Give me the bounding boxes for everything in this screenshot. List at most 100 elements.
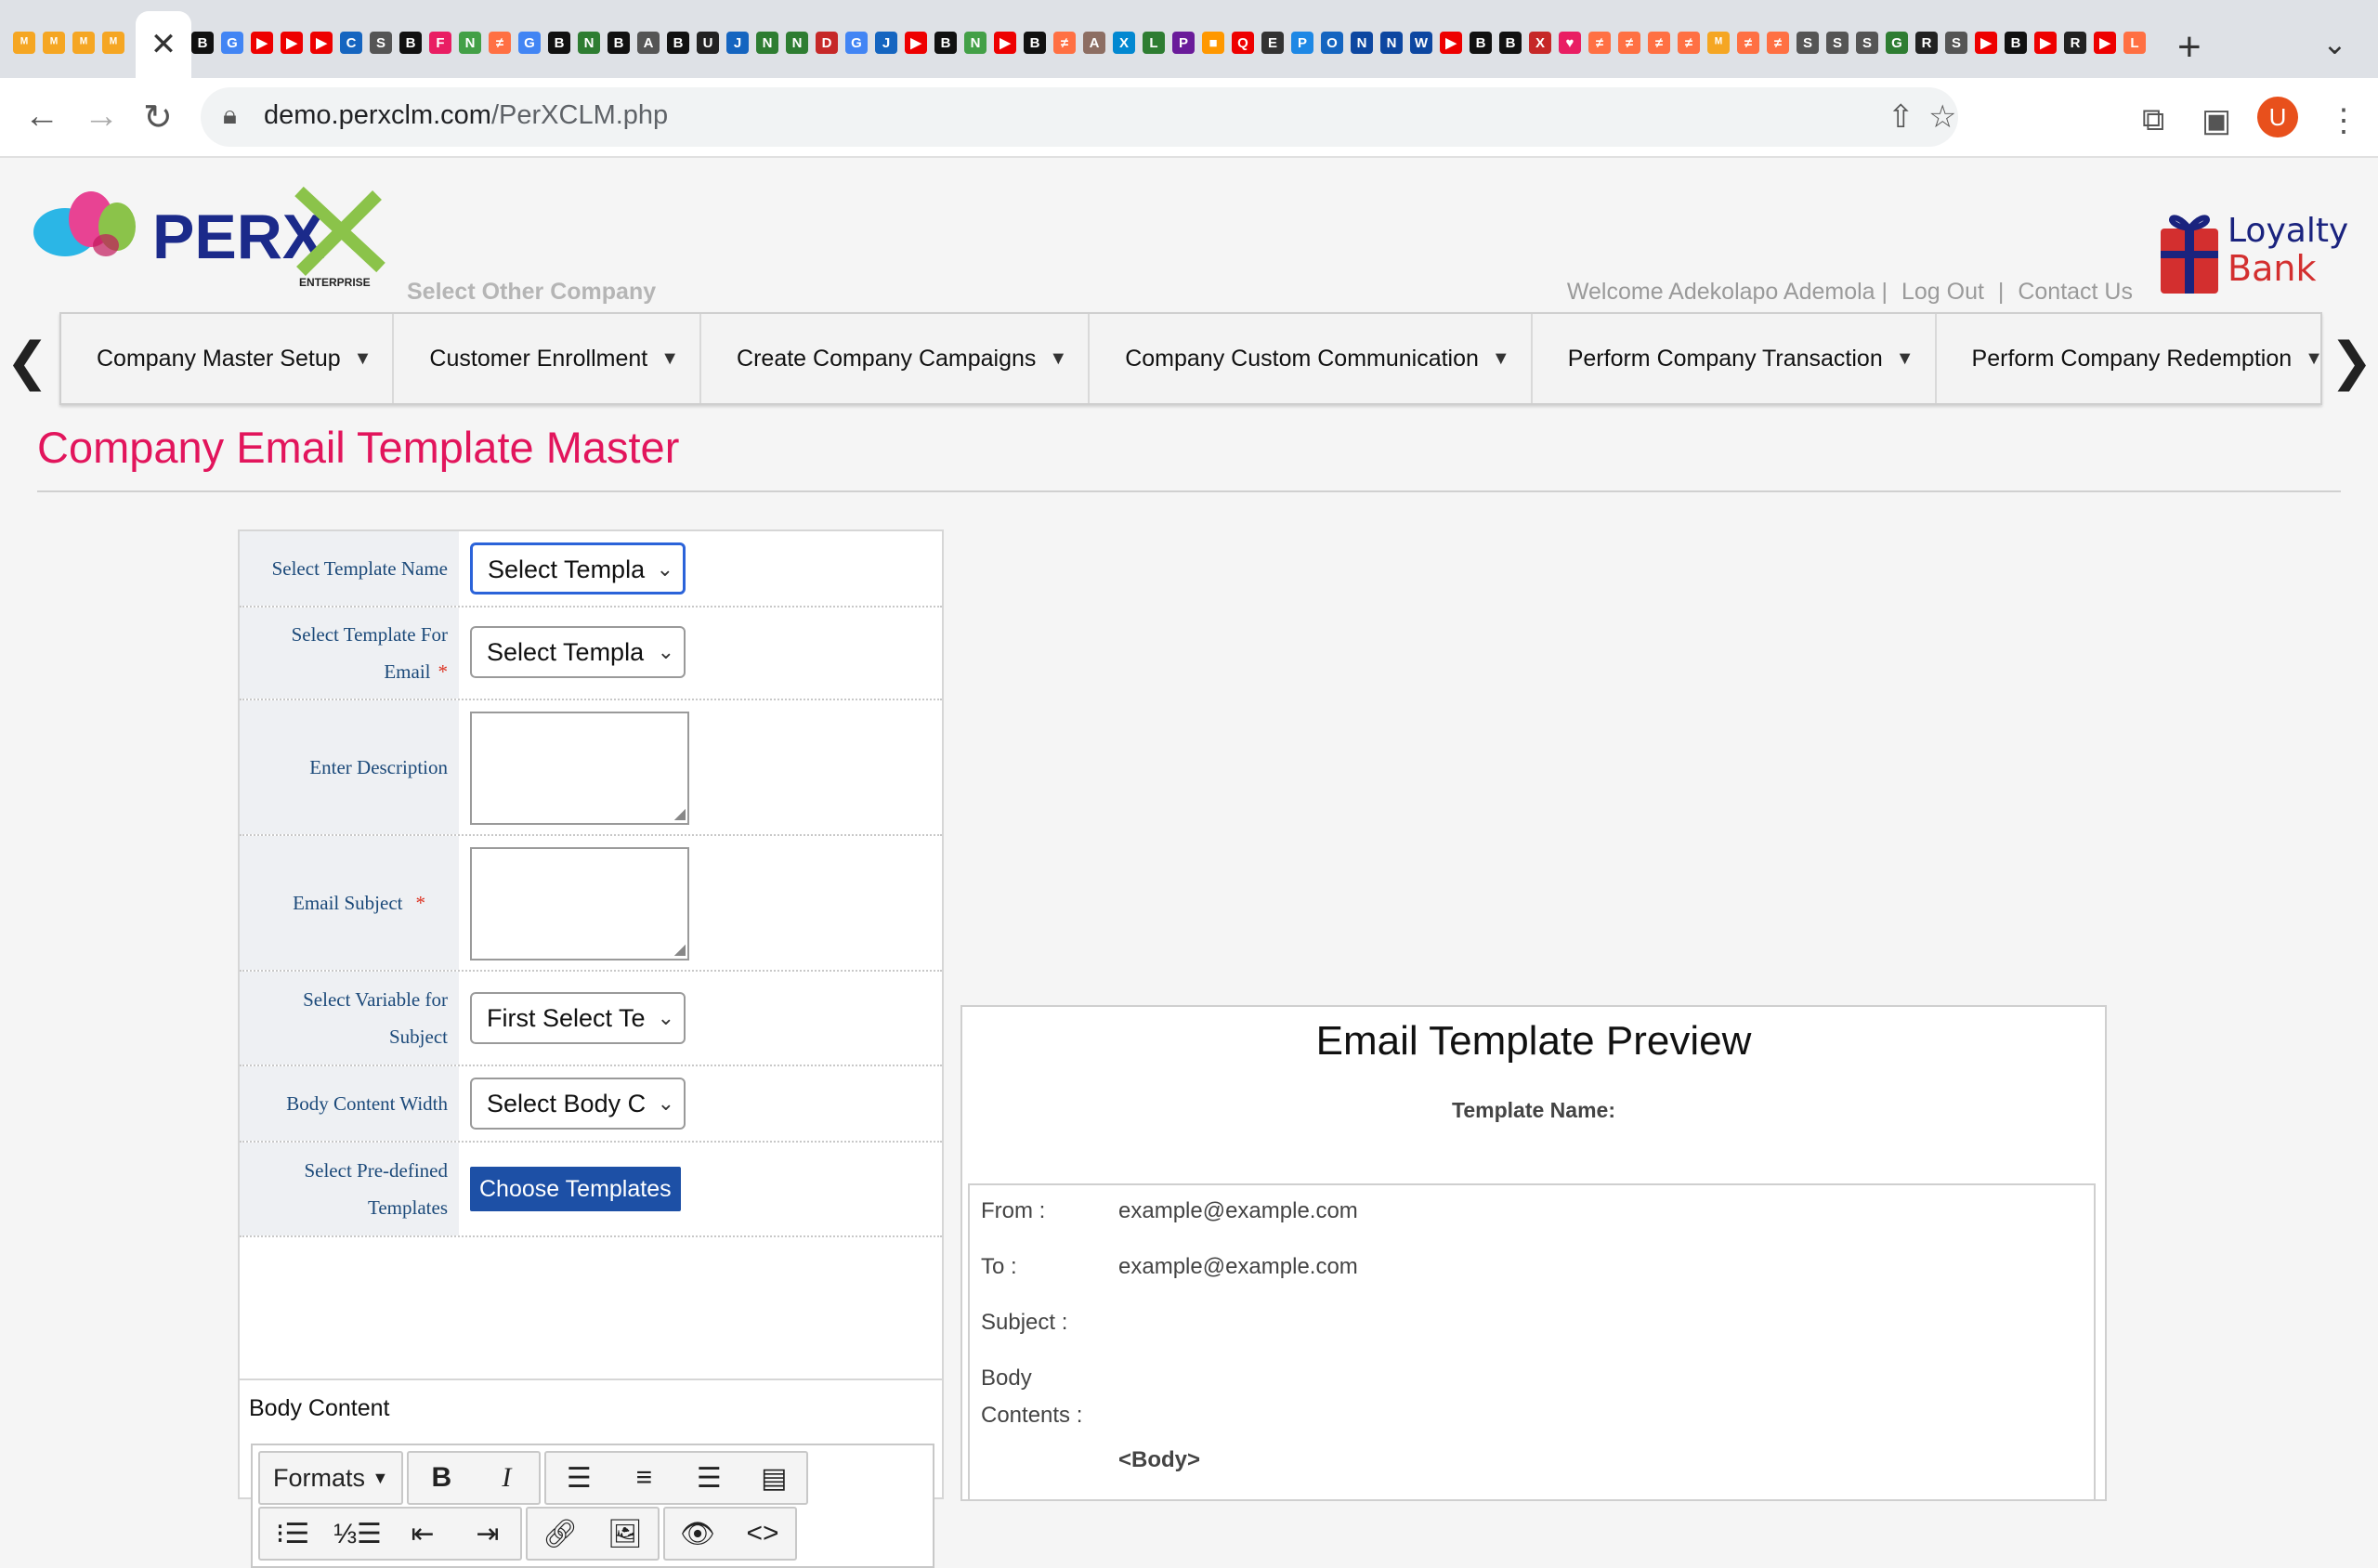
- tab-favicon-10-icon[interactable]: C: [340, 32, 362, 54]
- tab-favicon-16-icon[interactable]: G: [518, 32, 541, 54]
- bullet-list-icon[interactable]: ⁝☰: [260, 1509, 325, 1559]
- tab-favicon-44-icon[interactable]: N: [1351, 32, 1373, 54]
- resize-grip-icon[interactable]: ◢: [674, 804, 686, 823]
- tab-favicon-60-icon[interactable]: S: [1826, 32, 1849, 54]
- tab-favicon-27-icon[interactable]: G: [845, 32, 868, 54]
- tab-favicon-46-icon[interactable]: W: [1410, 32, 1432, 54]
- choose-templates-button[interactable]: Choose Templates: [470, 1167, 681, 1211]
- tab-favicon-68-icon[interactable]: R: [2064, 32, 2086, 54]
- tab-favicon-37-icon[interactable]: L: [1143, 32, 1165, 54]
- tab-favicon-56-icon[interactable]: ᴹ: [1707, 32, 1730, 54]
- tab-favicon-51-icon[interactable]: ♥: [1559, 32, 1581, 54]
- tab-favicon-33-icon[interactable]: B: [1024, 32, 1046, 54]
- rich-text-editor[interactable]: Formats ▼ B I ☰ ≡ ☰ ▤ ⁝☰ ⅓☰ ⇤ ⇥ 🔗︎ 🖼︎ 👁︎…: [251, 1444, 934, 1568]
- tab-favicon-34-icon[interactable]: ≠: [1053, 32, 1076, 54]
- active-tab[interactable]: ✕: [136, 11, 191, 78]
- tab-favicon-40-icon[interactable]: Q: [1232, 32, 1254, 54]
- tab-favicon-21-icon[interactable]: B: [667, 32, 689, 54]
- bookmark-star-icon[interactable]: ☆: [1928, 98, 1956, 136]
- share-icon[interactable]: ⇧: [1888, 98, 1914, 136]
- outdent-icon[interactable]: ⇤: [390, 1509, 455, 1559]
- tab-favicon-11-icon[interactable]: S: [370, 32, 392, 54]
- tab-favicon-12-icon[interactable]: B: [399, 32, 422, 54]
- address-bar[interactable]: 🔒︎ demo.perxclm.com/PerXCLM.php ⇧ ☆: [201, 87, 1958, 147]
- tab-favicon-43-icon[interactable]: O: [1321, 32, 1343, 54]
- template-for-email-select[interactable]: Select Templa ⌄: [470, 626, 686, 678]
- body-width-select[interactable]: Select Body C ⌄: [470, 1078, 686, 1130]
- tab-favicon-69-icon[interactable]: ▶: [2094, 32, 2116, 54]
- tab-favicon-57-icon[interactable]: ≠: [1737, 32, 1759, 54]
- template-name-select[interactable]: Select Templa ⌄: [470, 542, 686, 595]
- italic-icon[interactable]: I: [474, 1453, 539, 1503]
- tab-favicon-49-icon[interactable]: B: [1499, 32, 1522, 54]
- tab-favicon-25-icon[interactable]: N: [786, 32, 808, 54]
- tab-favicon-58-icon[interactable]: ≠: [1767, 32, 1789, 54]
- tab-favicon-67-icon[interactable]: ▶: [2034, 32, 2057, 54]
- tab-favicon-39-icon[interactable]: ■: [1202, 32, 1224, 54]
- tab-favicon-42-icon[interactable]: P: [1291, 32, 1313, 54]
- contact-us-link[interactable]: Contact Us: [2018, 279, 2133, 305]
- align-justify-icon[interactable]: ▤: [741, 1453, 806, 1503]
- tab-favicon-53-icon[interactable]: ≠: [1618, 32, 1640, 54]
- align-right-icon[interactable]: ☰: [676, 1453, 741, 1503]
- tab-favicon-30-icon[interactable]: B: [934, 32, 957, 54]
- tab-favicon-2-icon[interactable]: ᴹ: [43, 32, 65, 54]
- tab-favicon-9-icon[interactable]: ▶: [310, 32, 333, 54]
- tab-favicon-19-icon[interactable]: B: [608, 32, 630, 54]
- menu-scroll-left-icon[interactable]: ❮: [6, 331, 49, 392]
- numbered-list-icon[interactable]: ⅓☰: [325, 1509, 390, 1559]
- tab-favicon-26-icon[interactable]: D: [816, 32, 838, 54]
- profile-avatar[interactable]: U: [2257, 97, 2298, 137]
- tab-favicon-14-icon[interactable]: N: [459, 32, 481, 54]
- preview-eye-icon[interactable]: 👁︎: [665, 1509, 730, 1559]
- tab-favicon-24-icon[interactable]: N: [756, 32, 778, 54]
- tab-search-chevron-icon[interactable]: ⌄: [2322, 26, 2347, 61]
- tab-favicon-31-icon[interactable]: N: [964, 32, 986, 54]
- tab-favicon-48-icon[interactable]: B: [1470, 32, 1492, 54]
- tab-favicon-59-icon[interactable]: S: [1797, 32, 1819, 54]
- tab-favicon-50-icon[interactable]: X: [1529, 32, 1551, 54]
- formats-dropdown[interactable]: Formats ▼: [260, 1453, 401, 1503]
- menu-item-perform-company-redemption[interactable]: Perform Company Redemption ▼: [1937, 314, 2320, 403]
- tab-favicon-4-icon[interactable]: ᴹ: [102, 32, 124, 54]
- source-code-icon[interactable]: <>: [730, 1509, 795, 1559]
- tab-favicon-22-icon[interactable]: U: [697, 32, 719, 54]
- url-text[interactable]: demo.perxclm.com/PerXCLM.php: [264, 100, 668, 131]
- tab-favicon-41-icon[interactable]: E: [1261, 32, 1284, 54]
- tab-favicon-62-icon[interactable]: G: [1886, 32, 1908, 54]
- tab-favicon-32-icon[interactable]: ▶: [994, 32, 1016, 54]
- tab-favicon-23-icon[interactable]: J: [726, 32, 749, 54]
- new-tab-icon[interactable]: +: [2177, 24, 2202, 71]
- resize-grip-icon[interactable]: ◢: [674, 940, 686, 959]
- tab-favicon-6-icon[interactable]: G: [221, 32, 243, 54]
- menu-item-customer-enrollment[interactable]: Customer Enrollment ▼: [394, 314, 702, 403]
- tab-favicon-28-icon[interactable]: J: [875, 32, 897, 54]
- tab-favicon-1-icon[interactable]: ᴹ: [13, 32, 35, 54]
- tab-favicon-13-icon[interactable]: F: [429, 32, 451, 54]
- align-center-icon[interactable]: ≡: [611, 1453, 676, 1503]
- tab-favicon-18-icon[interactable]: N: [578, 32, 600, 54]
- close-tab-icon[interactable]: ✕: [150, 26, 177, 63]
- browser-menu-kebab-icon[interactable]: ⋮: [2328, 102, 2359, 139]
- menu-item-company-master-setup[interactable]: Company Master Setup ▼: [61, 314, 395, 403]
- tab-favicon-36-icon[interactable]: X: [1113, 32, 1135, 54]
- perx-logo[interactable]: PERX ENTERPRISE: [20, 182, 392, 292]
- indent-icon[interactable]: ⇥: [455, 1509, 520, 1559]
- tab-favicon-63-icon[interactable]: R: [1915, 32, 1938, 54]
- link-icon[interactable]: 🔗︎: [528, 1509, 593, 1559]
- select-other-company-link[interactable]: Select Other Company: [407, 279, 656, 306]
- tab-favicon-29-icon[interactable]: ▶: [905, 32, 927, 54]
- menu-item-perform-company-transaction[interactable]: Perform Company Transaction ▼: [1533, 314, 1937, 403]
- logout-link[interactable]: Log Out: [1901, 279, 1984, 305]
- bold-icon[interactable]: B: [409, 1453, 474, 1503]
- tab-favicon-47-icon[interactable]: ▶: [1440, 32, 1462, 54]
- tab-favicon-52-icon[interactable]: ≠: [1588, 32, 1611, 54]
- tab-favicon-38-icon[interactable]: P: [1172, 32, 1195, 54]
- tab-favicon-3-icon[interactable]: ᴹ: [72, 32, 95, 54]
- tab-favicon-15-icon[interactable]: ≠: [489, 32, 511, 54]
- tab-favicon-17-icon[interactable]: B: [548, 32, 570, 54]
- back-arrow-icon[interactable]: ←: [24, 97, 59, 137]
- subject-variable-select[interactable]: First Select Te ⌄: [470, 992, 686, 1044]
- tab-favicon-7-icon[interactable]: ▶: [251, 32, 273, 54]
- tab-favicon-8-icon[interactable]: ▶: [281, 32, 303, 54]
